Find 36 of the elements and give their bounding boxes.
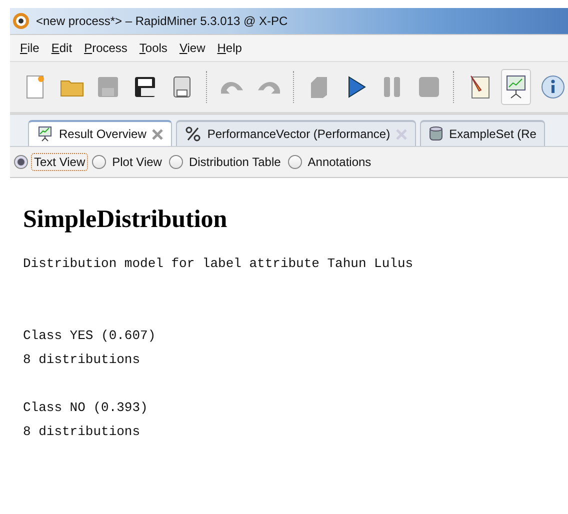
window-title: <new process*> – RapidMiner 5.3.013 @ X-PC xyxy=(36,14,288,28)
chart-board-icon xyxy=(37,126,53,142)
tab[interactable]: ExampleSet (Re xyxy=(420,120,546,146)
menu-item[interactable]: Help xyxy=(217,41,242,55)
close-icon[interactable] xyxy=(152,128,164,140)
curved-arrow-icon xyxy=(258,80,280,94)
menu-item[interactable]: Process xyxy=(84,41,128,55)
tab-label: Result Overview xyxy=(59,127,146,141)
tab[interactable]: PerformanceVector (Performance) xyxy=(176,120,416,146)
class-distributions: 8 distributions xyxy=(23,423,142,441)
radio-button[interactable] xyxy=(288,155,302,169)
menu-item[interactable]: File xyxy=(20,41,40,55)
radio-label: Annotations xyxy=(306,154,372,171)
database-icon xyxy=(429,126,444,142)
model-heading: SimpleDistribution xyxy=(23,206,228,234)
class-label: Class NO (0.393) xyxy=(23,399,149,417)
class-label: Class YES (0.607) xyxy=(23,327,157,345)
tab[interactable]: Result Overview xyxy=(28,120,172,146)
curved-arrow-icon xyxy=(221,80,244,94)
menu-item[interactable]: Edit xyxy=(51,41,72,55)
radio-button[interactable] xyxy=(92,155,106,169)
class-distributions: 8 distributions xyxy=(23,351,142,369)
tab-label: ExampleSet (Re xyxy=(449,127,536,141)
menu-item[interactable]: Tools xyxy=(139,41,168,55)
tab-label: PerformanceVector (Performance) xyxy=(207,127,390,141)
radio-label: Text View xyxy=(31,153,88,171)
app-logo-icon xyxy=(12,12,30,30)
percent-icon xyxy=(185,126,202,142)
menu-item[interactable]: View xyxy=(179,41,206,55)
radio-label: Plot View xyxy=(111,154,163,171)
radio-button[interactable] xyxy=(14,155,28,169)
info-icon xyxy=(538,73,567,101)
toolbar-button[interactable] xyxy=(500,69,532,105)
radio-label: Distribution Table xyxy=(188,154,282,171)
model-description: Distribution model for label attribute Tahun Lulus xyxy=(23,255,414,273)
radio-button[interactable] xyxy=(168,155,183,169)
